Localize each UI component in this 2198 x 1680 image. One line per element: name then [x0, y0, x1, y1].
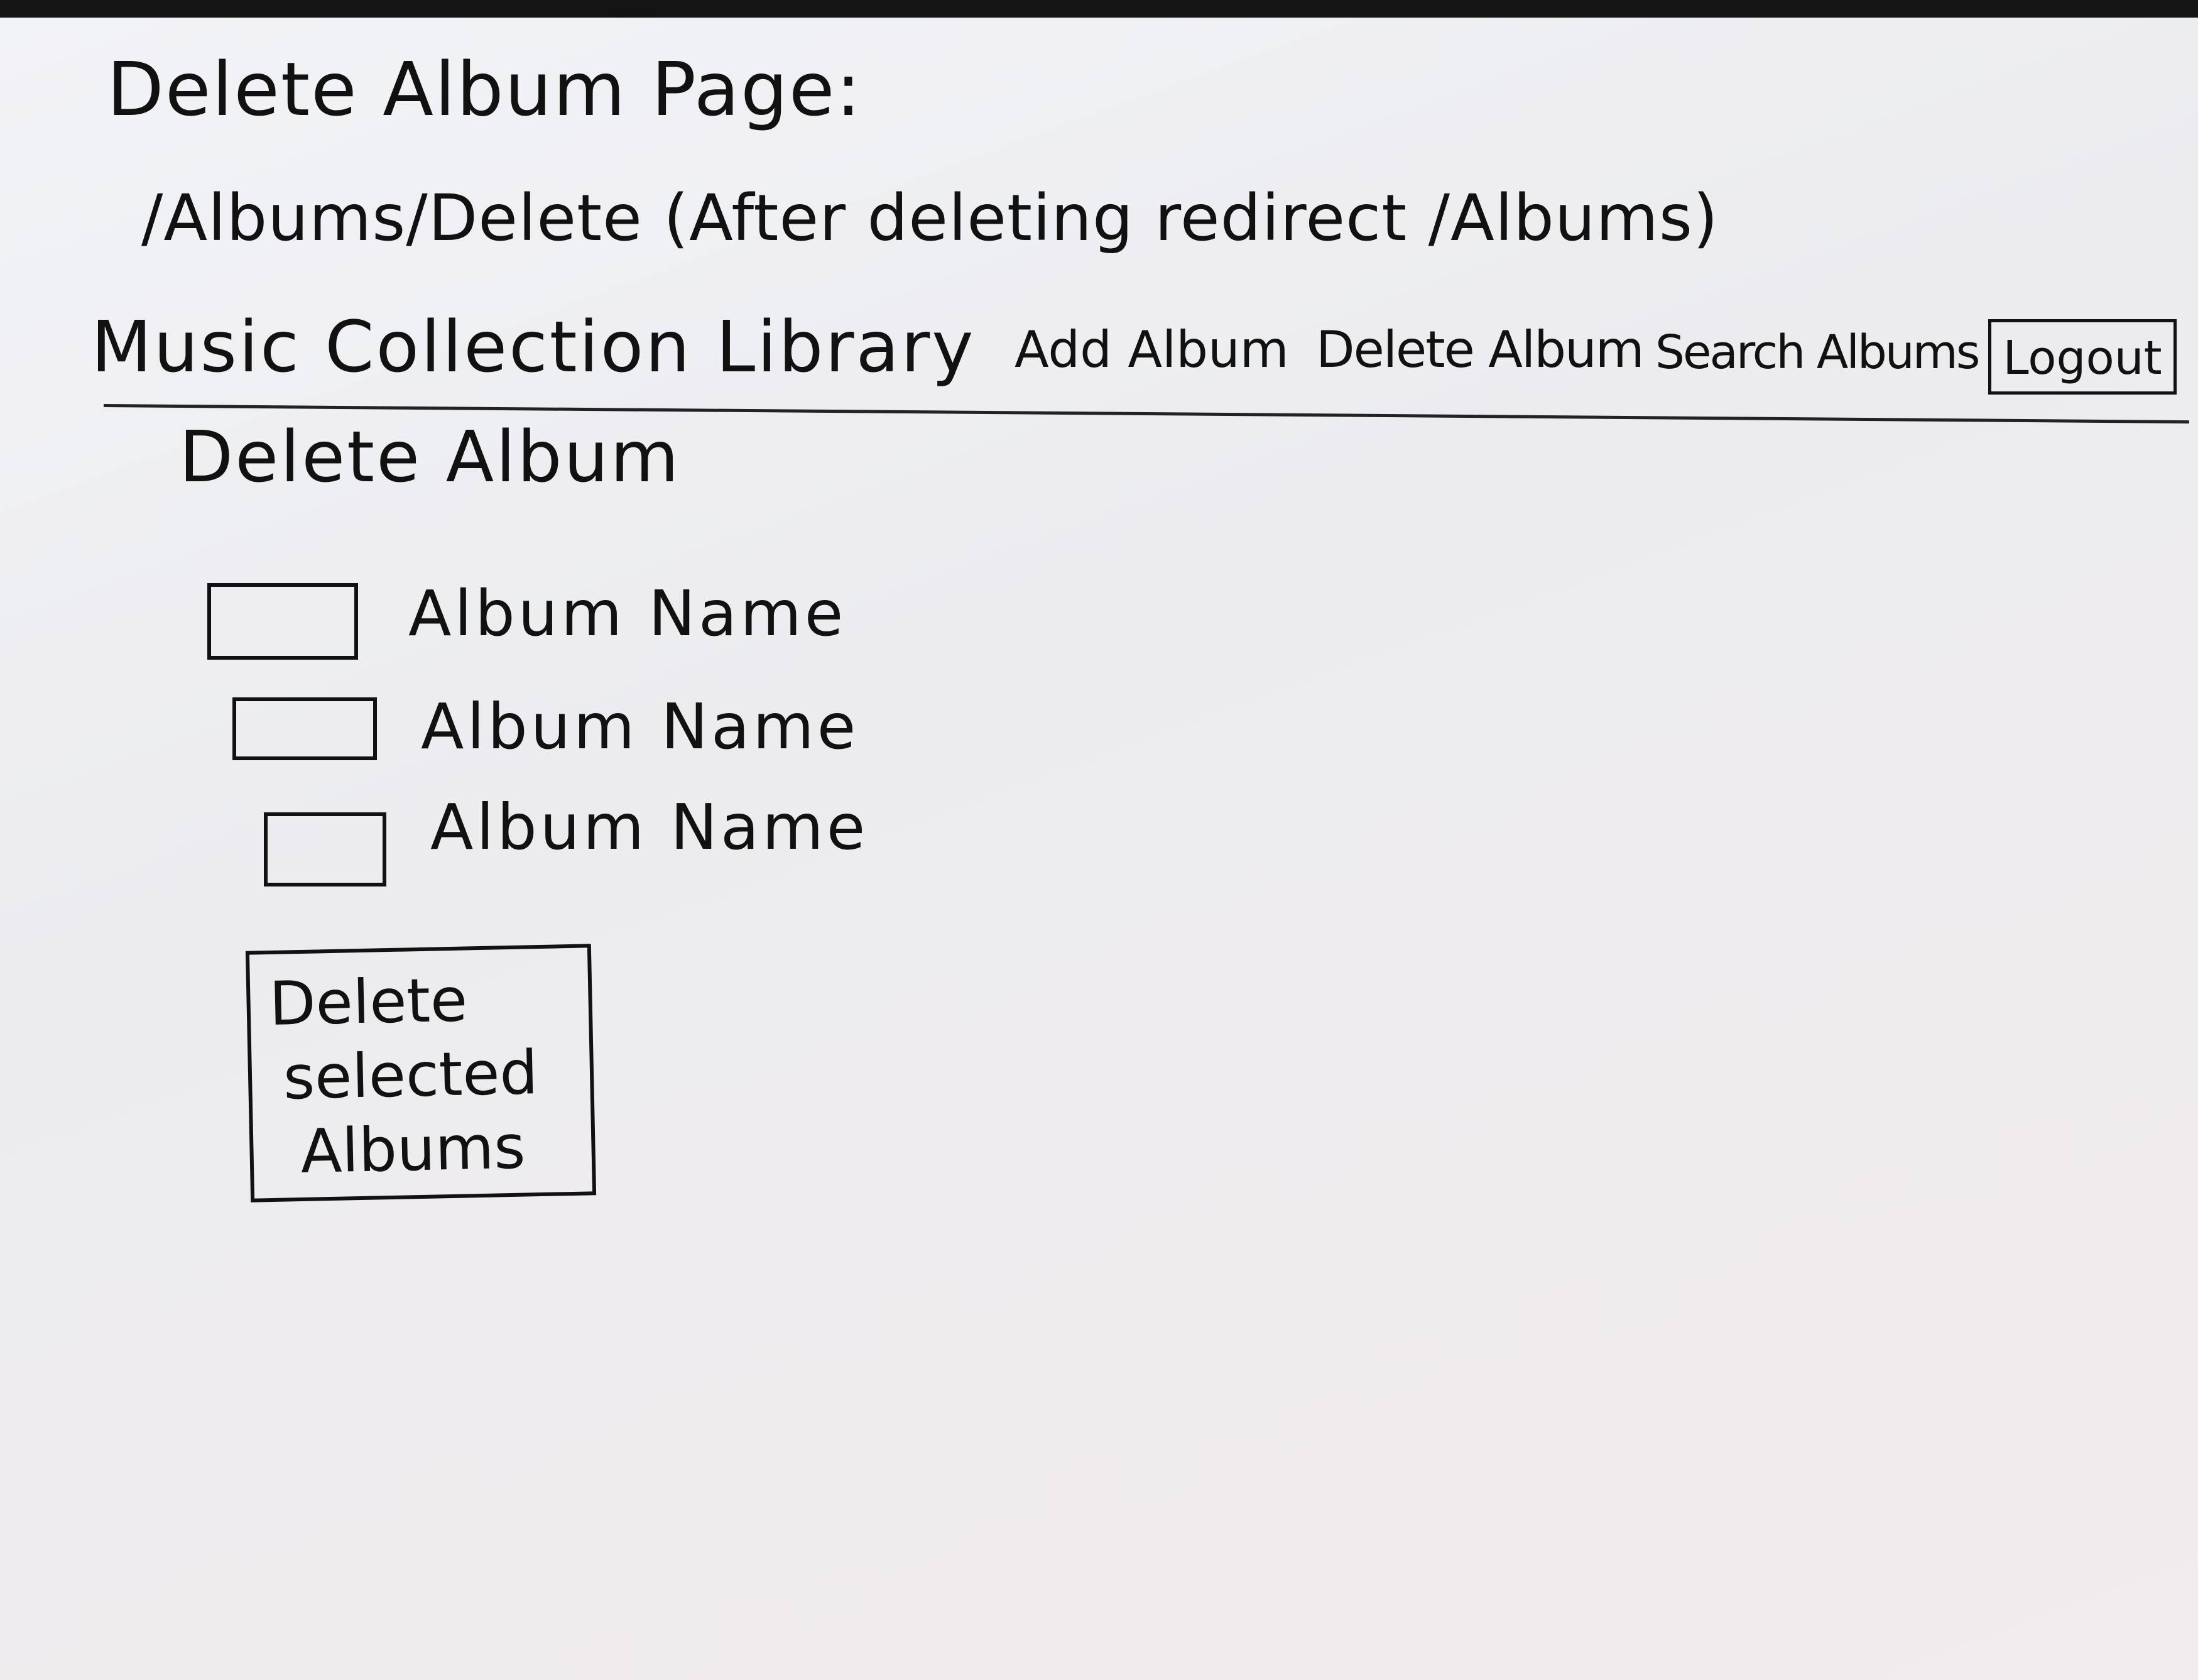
album-name-label: Album Name: [408, 577, 847, 650]
section-title: Delete Album: [179, 417, 681, 498]
logout-button[interactable]: Logout: [1988, 319, 2177, 395]
album-checkbox[interactable]: [264, 812, 386, 886]
photo-top-edge: [0, 0, 2198, 18]
delete-button-line: Albums: [300, 1111, 526, 1187]
delete-button-line: selected: [282, 1037, 539, 1113]
album-name-label: Album Name: [421, 690, 859, 763]
album-checkbox[interactable]: [232, 697, 377, 760]
nav-link-add-album[interactable]: Add Album: [1015, 320, 1289, 379]
brand-title: Music Collection Library: [91, 307, 976, 388]
navbar: Music Collection Library Add Album Delet…: [91, 307, 2195, 407]
nav-link-search-albums[interactable]: Search Albums: [1655, 325, 1980, 379]
route-note: /Albums/Delete (After deleting redirect …: [141, 181, 1719, 256]
wireframe-sheet: Delete Album Page: /Albums/Delete (After…: [0, 18, 2198, 1680]
delete-button-line: Delete: [268, 964, 469, 1040]
nav-link-delete-album[interactable]: Delete Album: [1316, 320, 1645, 379]
page-heading: Delete Album Page:: [107, 46, 862, 133]
delete-selected-albums-button[interactable]: Delete selected Albums: [245, 944, 597, 1203]
album-list-item: Album Name: [207, 577, 961, 665]
album-checkbox[interactable]: [207, 583, 358, 660]
album-list-item: Album Name: [232, 690, 986, 778]
album-list-item: Album Name: [264, 790, 1018, 886]
album-name-label: Album Name: [430, 790, 869, 864]
